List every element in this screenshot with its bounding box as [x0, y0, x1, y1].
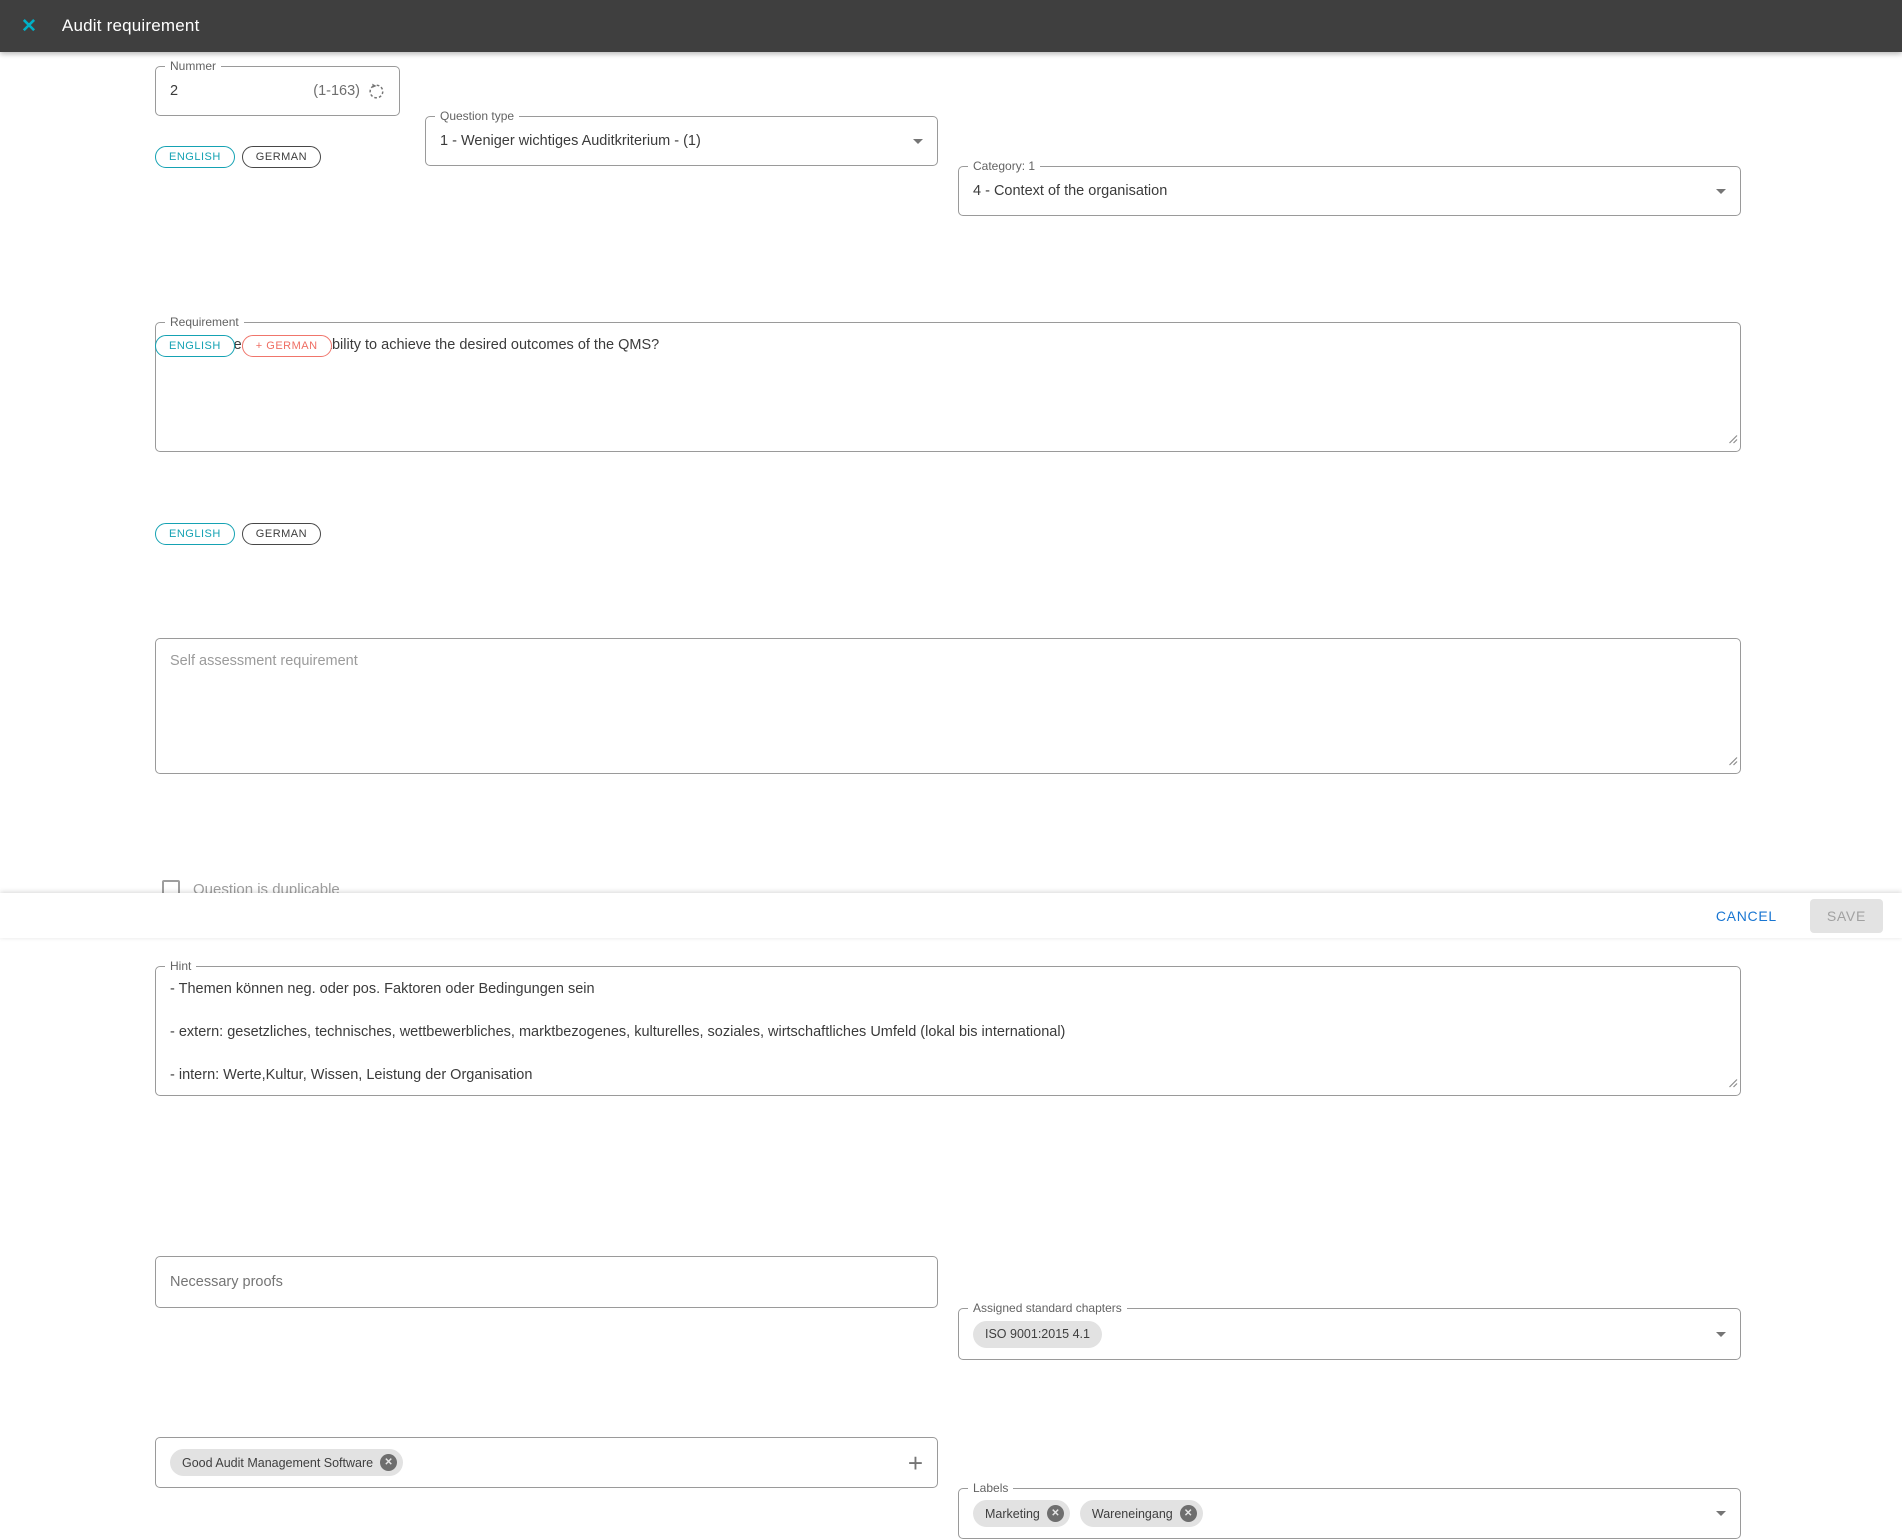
hint-field: Hint - Themen können neg. oder pos. Fakt… [155, 966, 1741, 1096]
chip-label: ISO 9001:2015 4.1 [985, 1327, 1090, 1341]
chip-label: Wareneingang [1092, 1507, 1173, 1521]
dialog-header: ✕ Audit requirement [0, 0, 1902, 52]
tab-english[interactable]: ENGLISH [155, 523, 235, 545]
dropdown-arrow-icon[interactable] [1716, 189, 1726, 194]
chip-label-marketing[interactable]: Marketing ✕ [973, 1500, 1070, 1527]
category-select[interactable]: Category: 1 4 - Context of the organisat… [958, 166, 1741, 216]
nummer-range-hint: (1-163) [313, 83, 360, 99]
refresh-icon[interactable] [368, 83, 385, 100]
dropdown-arrow-icon[interactable] [1716, 1332, 1726, 1337]
remove-chip-icon[interactable]: ✕ [1180, 1505, 1197, 1522]
dropdown-arrow-icon[interactable] [913, 139, 923, 144]
standard-chapters-label: Assigned standard chapters [968, 1301, 1127, 1316]
tab-german[interactable]: GERMAN [242, 146, 321, 168]
close-icon[interactable]: ✕ [21, 17, 37, 36]
labels-select[interactable]: Labels Marketing ✕ Wareneingang ✕ [958, 1488, 1741, 1539]
hint-textarea[interactable]: - Themen können neg. oder pos. Faktoren … [156, 967, 1740, 1095]
cancel-button[interactable]: CANCEL [1710, 900, 1783, 932]
chip-software-tag[interactable]: Good Audit Management Software ✕ [170, 1449, 403, 1476]
nummer-field: Nummer 2 (1-163) [155, 66, 400, 116]
resize-handle-icon[interactable] [1728, 431, 1738, 449]
category-label: Category: 1 [968, 159, 1040, 174]
requirement-textarea[interactable]: What issues impact the ability to achiev… [156, 323, 1740, 451]
tab-add-german[interactable]: + GERMAN [242, 335, 332, 357]
question-type-select[interactable]: Question type 1 - Weniger wichtiges Audi… [425, 116, 938, 166]
chip-label: Marketing [985, 1507, 1040, 1521]
save-button[interactable]: SAVE [1810, 899, 1883, 933]
remove-chip-icon[interactable]: ✕ [380, 1454, 397, 1471]
chip-label: Good Audit Management Software [182, 1456, 373, 1470]
labels-label: Labels [968, 1481, 1013, 1496]
dialog-title: Audit requirement [62, 16, 200, 36]
chip-iso-chapter[interactable]: ISO 9001:2015 4.1 [973, 1321, 1102, 1348]
tab-english[interactable]: ENGLISH [155, 335, 235, 357]
self-assessment-textarea[interactable] [156, 639, 1740, 773]
dialog-footer: CANCEL SAVE [0, 893, 1902, 938]
standard-chapters-select[interactable]: Assigned standard chapters ISO 9001:2015… [958, 1308, 1741, 1360]
add-tag-icon[interactable]: + [908, 1453, 923, 1473]
remove-chip-icon[interactable]: ✕ [1047, 1505, 1064, 1522]
dropdown-arrow-icon[interactable] [1716, 1511, 1726, 1516]
question-type-label: Question type [435, 109, 519, 124]
necessary-proofs-input[interactable] [170, 1274, 923, 1290]
requirement-field: Requirement What issues impact the abili… [155, 322, 1741, 452]
self-assessment-language-tabs: ENGLISH + GERMAN [155, 335, 332, 357]
resize-handle-icon[interactable] [1728, 753, 1738, 771]
requirement-label: Requirement [165, 315, 244, 330]
dialog-body: Nummer 2 (1-163) Question type 1 - Wenig… [155, 52, 1741, 938]
question-type-value: 1 - Weniger wichtiges Auditkriterium - (… [440, 133, 701, 149]
tab-german[interactable]: GERMAN [242, 523, 321, 545]
hint-label: Hint [165, 959, 196, 974]
requirement-language-tabs: ENGLISH GERMAN [155, 146, 321, 168]
tab-english[interactable]: ENGLISH [155, 146, 235, 168]
software-tags-field[interactable]: Good Audit Management Software ✕ + [155, 1437, 938, 1488]
nummer-value[interactable]: 2 [170, 83, 178, 99]
chip-label-wareneingang[interactable]: Wareneingang ✕ [1080, 1500, 1203, 1527]
self-assessment-field [155, 638, 1741, 774]
category-value: 4 - Context of the organisation [973, 183, 1167, 199]
hint-language-tabs: ENGLISH GERMAN [155, 523, 321, 545]
nummer-label: Nummer [165, 59, 221, 74]
necessary-proofs-field [155, 1256, 938, 1308]
resize-handle-icon[interactable] [1728, 1075, 1738, 1093]
